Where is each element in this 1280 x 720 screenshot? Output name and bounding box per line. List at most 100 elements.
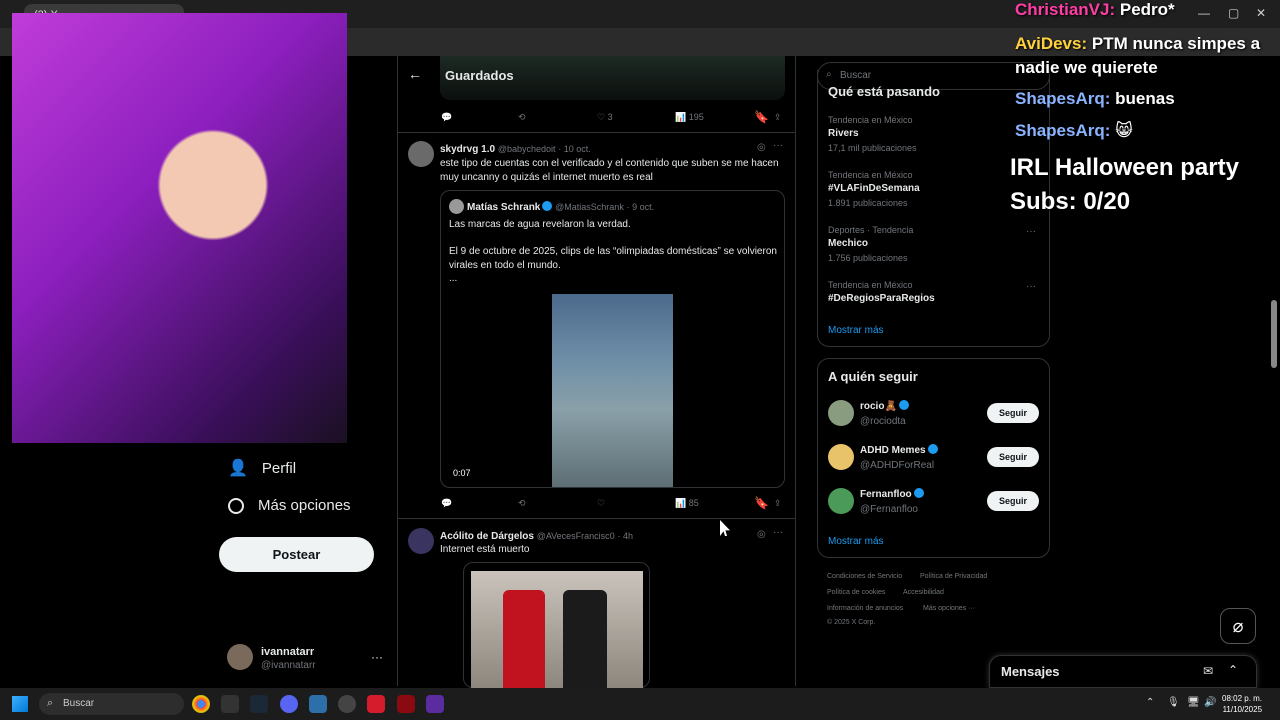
like-button[interactable]: ♡ 3 (597, 112, 613, 123)
tweet-author[interactable]: Acólito de Dárgelos (440, 531, 534, 542)
avatar[interactable] (828, 444, 854, 470)
footer-link[interactable]: Información de anuncios (827, 605, 903, 612)
verified-icon (927, 444, 938, 454)
chevron-up-icon[interactable]: ⌃ (1228, 663, 1238, 677)
microphone-icon[interactable]: 🎙 (1167, 697, 1180, 708)
page-title: Guardados (445, 68, 514, 83)
tweet-handle[interactable]: @babychedoit (498, 144, 556, 154)
trend-name[interactable]: Mechico (828, 238, 868, 249)
nav-item-more[interactable]: Más opciones (228, 497, 351, 514)
more-icon[interactable]: ··· (773, 140, 783, 151)
minimize-icon[interactable]: — (1198, 6, 1210, 20)
grok-icon[interactable]: ◎ (757, 529, 766, 540)
quote-author: Matías Schrank (467, 202, 541, 213)
network-icon[interactable]: 🖥 (1187, 697, 1200, 708)
verified-icon (898, 400, 909, 410)
trend-context: Tendencia en México (828, 115, 913, 125)
obs-icon[interactable] (338, 695, 356, 713)
chat-user: ShapesArq: (1015, 89, 1111, 108)
windows-start-icon[interactable] (12, 696, 28, 712)
follow-name[interactable]: Fernanfloo (860, 489, 912, 500)
bookmark-icon[interactable]: 🔖 (754, 110, 769, 124)
avatar[interactable] (828, 488, 854, 514)
trend-name[interactable]: #VLAFinDeSemana (828, 183, 920, 194)
follow-name[interactable]: rocio🧸 (860, 401, 897, 412)
reply-icon[interactable]: 💬 (441, 112, 452, 123)
taskbar-search[interactable]: Buscar (39, 693, 184, 715)
back-arrow-icon[interactable]: ← (408, 66, 422, 82)
post-button[interactable]: Postear (219, 537, 374, 572)
chevron-up-icon[interactable]: ⌃ (1146, 697, 1154, 708)
avatar[interactable] (408, 141, 434, 167)
more-icon[interactable]: ··· (1026, 226, 1036, 237)
retweet-icon[interactable]: ⟲ (518, 498, 526, 509)
retweet-icon[interactable]: ⟲ (518, 112, 526, 123)
tweet-date[interactable]: · 10 oct. (558, 144, 591, 154)
follow-name[interactable]: ADHD Memes (860, 445, 926, 456)
tweet-date[interactable]: · 4h (617, 531, 633, 541)
close-icon[interactable]: ✕ (1256, 6, 1266, 20)
discord-icon[interactable] (280, 695, 298, 713)
follow-button[interactable]: Seguir (987, 403, 1039, 423)
show-more-link[interactable]: Mostrar más (828, 536, 884, 547)
webcam-overlay (12, 13, 347, 443)
app-icon[interactable] (367, 695, 385, 713)
view-count: 195 (688, 112, 704, 122)
steam-icon[interactable] (250, 695, 268, 713)
views-button[interactable]: 📊 85 (675, 498, 699, 509)
tweet-author[interactable]: skydrvg 1.0 (440, 144, 495, 155)
chat-user: AviDevs: (1015, 34, 1088, 53)
nav-item-profile[interactable]: 👤 Perfil (228, 458, 296, 478)
search-icon: ⌕ (47, 697, 54, 709)
like-icon[interactable]: ♡ (597, 498, 605, 509)
amazon-music-icon[interactable] (426, 695, 444, 713)
trend-count: 17,1 mil publicaciones (828, 143, 917, 153)
trend-context: Deportes · Tendencia (828, 225, 914, 235)
footer-link[interactable]: Más opciones ··· (923, 605, 975, 612)
app-icon[interactable] (309, 695, 327, 713)
follow-button[interactable]: Seguir (987, 447, 1039, 467)
bookmark-icon[interactable]: 🔖 (754, 496, 769, 510)
more-icon[interactable]: ··· (1026, 281, 1036, 292)
avatar[interactable] (828, 400, 854, 426)
app-icon[interactable] (397, 695, 415, 713)
trend-name[interactable]: Rivers (828, 128, 859, 139)
share-icon[interactable]: ⇪ (774, 498, 782, 509)
system-clock[interactable]: 08:02 p. m. 11/10/2025 (1222, 693, 1262, 715)
volume-icon[interactable]: 🔊 (1204, 697, 1216, 708)
chat-message: ShapesArq: 😸 (1015, 121, 1133, 141)
footer-link[interactable]: Condiciones de Servicio (827, 573, 902, 580)
share-icon[interactable]: ⇪ (774, 112, 782, 123)
epic-games-icon[interactable] (221, 695, 239, 713)
scrollbar[interactable] (1271, 300, 1277, 368)
avatar[interactable] (408, 528, 434, 554)
views-button[interactable]: 📊 195 (675, 112, 704, 123)
grok-button-icon[interactable]: ⌀ (1220, 608, 1256, 644)
trend-name[interactable]: #DeRegiosParaRegios (828, 293, 935, 304)
chat-message: AviDevs: PTM nunca simpes a nadie we qui… (1015, 32, 1275, 80)
more-circle-icon (228, 497, 244, 514)
account-more-button[interactable]: ··· (371, 650, 383, 664)
follow-handle: @ADHDForReal (860, 460, 935, 471)
tweet-text: Internet está muerto (440, 544, 530, 555)
tweet-photo[interactable] (471, 571, 643, 689)
footer-link[interactable]: Política de Privacidad (920, 573, 987, 580)
more-icon[interactable]: ··· (773, 527, 783, 538)
trend-count: 1.756 publicaciones (828, 253, 908, 263)
footer-link[interactable]: Accesibilidad (903, 589, 944, 596)
who-to-follow-title: A quién seguir (828, 369, 918, 384)
follow-button[interactable]: Seguir (987, 491, 1039, 511)
nav-label: Perfil (261, 459, 297, 477)
quote-handle: @MatiasSchrank (555, 202, 624, 212)
video-thumbnail[interactable] (552, 294, 673, 487)
avatar[interactable] (227, 644, 253, 670)
tweet-handle[interactable]: @AVecesFrancisc0 (537, 531, 615, 541)
avatar (449, 199, 464, 214)
maximize-icon[interactable]: ▢ (1228, 6, 1239, 20)
new-message-icon[interactable]: ✉ (1203, 664, 1213, 678)
reply-icon[interactable]: 💬 (441, 498, 452, 509)
chrome-icon[interactable] (192, 695, 210, 713)
footer-link[interactable]: Política de cookies (827, 589, 885, 596)
show-more-link[interactable]: Mostrar más (828, 325, 884, 336)
grok-icon[interactable]: ◎ (757, 142, 766, 153)
